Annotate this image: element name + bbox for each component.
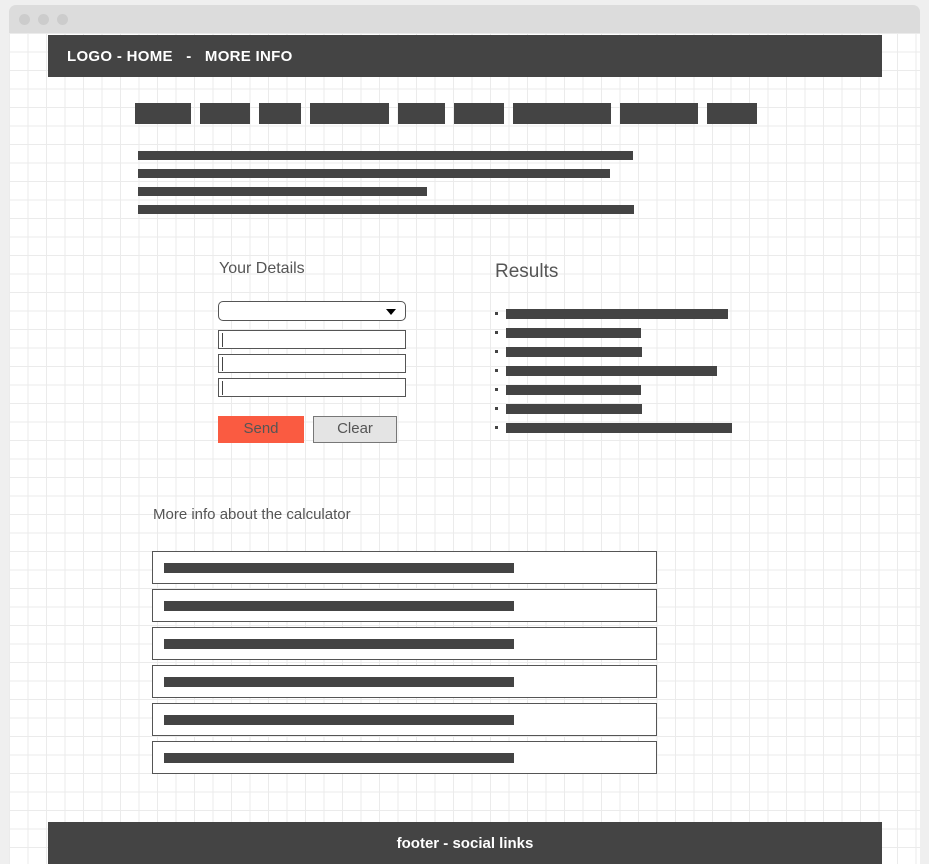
result-item-6 [495,399,732,418]
menu-block-4[interactable] [310,103,389,124]
menu-block-5[interactable] [398,103,445,124]
intro-text-line-2 [138,169,610,178]
menu-block-6[interactable] [454,103,504,124]
close-dot-icon[interactable] [19,13,30,25]
intro-text-line-1 [138,151,633,160]
app-window: LOGO - HOME - MORE INFO Your Details Sen… [0,0,929,864]
menu-block-1[interactable] [135,103,191,124]
result-text-bar [506,346,642,357]
intro-text-line-3 [138,187,427,196]
result-item-1 [495,304,732,323]
accordion-row-4[interactable] [152,665,657,698]
clear-button[interactable]: Clear [313,416,397,443]
intro-text-line-4 [138,205,634,214]
send-button[interactable]: Send [218,416,304,443]
text-caret [222,333,223,347]
accordion-row-text-bar [164,715,514,725]
text-caret [222,381,223,395]
accordion-row-text-bar [164,601,514,611]
result-text-bar [506,384,641,395]
detail-field-2[interactable] [218,354,406,373]
chevron-down-icon [386,309,396,315]
bullet-icon [495,331,498,334]
detail-field-3[interactable] [218,378,406,397]
result-text-bar [506,365,717,376]
menu-block-8[interactable] [620,103,698,124]
accordion-row-5[interactable] [152,703,657,736]
bullet-icon [495,350,498,353]
results-panel: Results [495,261,732,437]
result-item-5 [495,380,732,399]
accordion-row-2[interactable] [152,589,657,622]
detail-field-1[interactable] [218,330,406,349]
your-details-form: Your Details Send Clear [218,260,418,443]
accordion-list [152,551,657,774]
bullet-icon [495,388,498,391]
footer-social-links-label[interactable]: footer - social links [397,835,534,852]
detail-select[interactable] [218,301,406,321]
browser-chrome-bar [9,5,920,33]
form-actions: Send Clear [218,416,418,443]
accordion-row-3[interactable] [152,627,657,660]
accordion-row-text-bar [164,563,514,573]
menu-block-9[interactable] [707,103,757,124]
results-heading: Results [495,261,559,282]
accordion-row-text-bar [164,677,514,687]
page-canvas: LOGO - HOME - MORE INFO Your Details Sen… [9,33,920,864]
accordion-row-1[interactable] [152,551,657,584]
more-info-section: More info about the calculator [152,506,657,774]
window-controls [19,5,68,33]
result-item-7 [495,418,732,437]
site-header: LOGO - HOME - MORE INFO [48,35,882,77]
menu-placeholder-row [135,103,757,124]
bullet-icon [495,407,498,410]
result-item-3 [495,342,732,361]
site-footer: footer - social links [48,822,882,864]
accordion-row-6[interactable] [152,741,657,774]
logo-home-moreinfo-link[interactable]: LOGO - HOME - MORE INFO [48,48,293,65]
text-caret [222,357,223,371]
accordion-row-text-bar [164,753,514,763]
menu-block-7[interactable] [513,103,611,124]
result-text-bar [506,422,732,433]
result-item-2 [495,323,732,342]
intro-text-block [138,151,634,214]
menu-block-3[interactable] [259,103,301,124]
accordion-row-text-bar [164,639,514,649]
results-list [495,304,732,437]
result-item-4 [495,361,732,380]
result-text-bar [506,403,642,414]
bullet-icon [495,369,498,372]
menu-block-2[interactable] [200,103,250,124]
your-details-heading: Your Details [219,260,305,277]
result-text-bar [506,327,641,338]
minimize-dot-icon[interactable] [38,13,49,25]
result-text-bar [506,308,728,319]
more-info-heading: More info about the calculator [153,506,351,523]
maximize-dot-icon[interactable] [57,13,68,25]
bullet-icon [495,312,498,315]
bullet-icon [495,426,498,429]
